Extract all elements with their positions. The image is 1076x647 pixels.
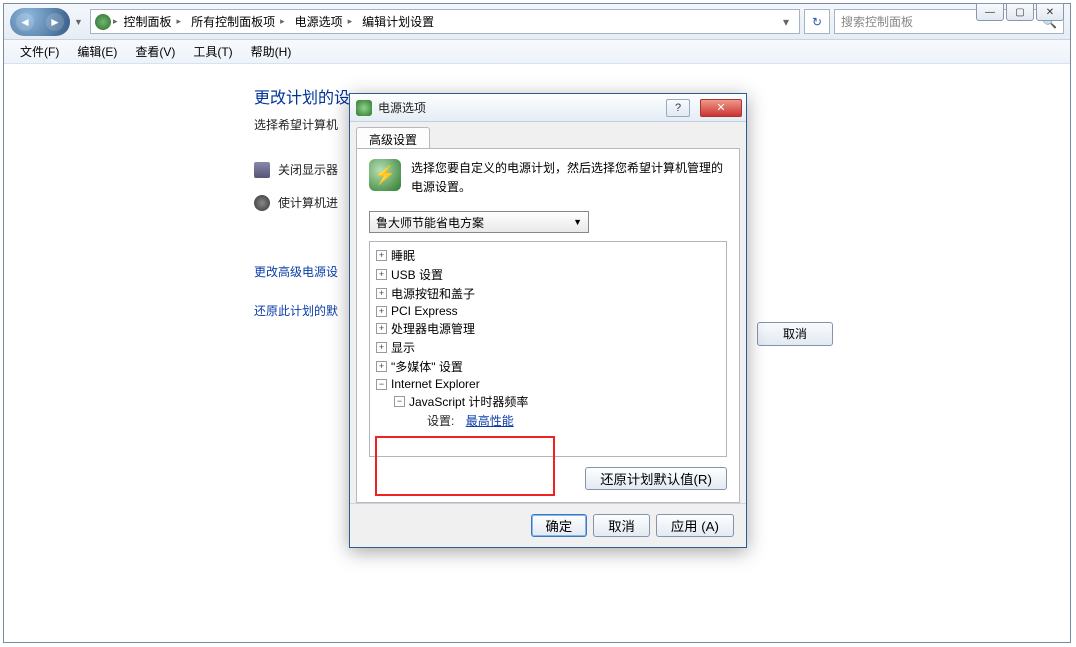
nav-buttons: ◄ ► [10, 8, 70, 36]
address-bar: ◄ ► ▼ ▸ 控制面板▸ 所有控制面板项▸ 电源选项▸ 编辑计划设置 ▾ ↻ … [4, 4, 1070, 40]
tree-multimedia[interactable]: +"多媒体" 设置 [376, 357, 720, 376]
crumb-control-panel[interactable]: 控制面板▸ [120, 11, 186, 32]
explorer-window: — ▢ ✕ ◄ ► ▼ ▸ 控制面板▸ 所有控制面板项▸ 电源选项▸ 编辑计划设… [3, 3, 1071, 643]
maximize-button[interactable]: ▢ [1006, 3, 1034, 21]
tree-display[interactable]: +显示 [376, 338, 720, 357]
menu-help[interactable]: 帮助(H) [243, 41, 300, 62]
setting-value[interactable]: 最高性能 [466, 412, 514, 429]
menu-view[interactable]: 查看(V) [127, 41, 183, 62]
dialog-description: 选择您要自定义的电源计划，然后选择您希望计算机管理的电源设置。 [411, 159, 727, 197]
tree-js-timer-setting[interactable]: 设置: 最高性能 [376, 411, 720, 430]
expander-icon[interactable]: + [376, 288, 387, 299]
monitor-icon [254, 162, 270, 178]
tree-js-timer[interactable]: −JavaScript 计时器频率 [376, 392, 720, 411]
dialog-title: 电源选项 [378, 99, 426, 116]
close-button[interactable]: ✕ [1036, 3, 1064, 21]
power-icon [356, 100, 372, 116]
expander-icon[interactable]: + [376, 269, 387, 280]
refresh-button[interactable]: ↻ [804, 9, 830, 34]
dialog-footer: 确定 取消 应用 (A) [350, 503, 746, 547]
dialog-help-button[interactable]: ? [666, 99, 690, 117]
dialog-close-button[interactable]: ✕ [700, 99, 742, 117]
tree-usb[interactable]: +USB 设置 [376, 265, 720, 284]
expander-icon[interactable]: − [394, 396, 405, 407]
crumb-edit-plan[interactable]: 编辑计划设置 [358, 11, 438, 32]
tree-pci[interactable]: +PCI Express [376, 303, 720, 319]
display-off-label: 关闭显示器 [278, 161, 338, 178]
expander-icon[interactable]: − [376, 379, 387, 390]
ok-button[interactable]: 确定 [531, 514, 588, 537]
crumb-power-options[interactable]: 电源选项▸ [291, 11, 357, 32]
chevron-down-icon: ▼ [573, 217, 582, 227]
tab-panel-advanced: ⚡ 选择您要自定义的电源计划，然后选择您希望计算机管理的电源设置。 鲁大师节能省… [356, 148, 740, 503]
forward-button[interactable]: ► [46, 13, 64, 31]
tree-ie[interactable]: −Internet Explorer [376, 376, 720, 392]
sleep-label: 使计算机进 [278, 194, 338, 211]
dialog-titlebar: 电源选项 ? ✕ [350, 94, 746, 122]
expander-icon[interactable]: + [376, 342, 387, 353]
tree-processor[interactable]: +处理器电源管理 [376, 319, 720, 338]
settings-tree[interactable]: +睡眠 +USB 设置 +电源按钮和盖子 +PCI Express +处理器电源… [369, 241, 727, 457]
power-options-dialog: 电源选项 ? ✕ 高级设置 ⚡ 选择您要自定义的电源计划，然后选择您希望计算机管… [349, 93, 747, 548]
power-plan-dropdown[interactable]: 鲁大师节能省电方案 ▼ [369, 211, 589, 233]
breadcrumb[interactable]: ▸ 控制面板▸ 所有控制面板项▸ 电源选项▸ 编辑计划设置 ▾ [90, 9, 800, 34]
expander-icon[interactable]: + [376, 250, 387, 261]
setting-label: 设置: [427, 412, 454, 429]
menu-edit[interactable]: 编辑(E) [69, 41, 125, 62]
menu-tools[interactable]: 工具(T) [185, 41, 240, 62]
control-panel-icon [95, 14, 111, 30]
search-placeholder: 搜索控制面板 [841, 13, 913, 30]
window-controls: — ▢ ✕ [976, 3, 1064, 21]
menu-bar: 文件(F) 编辑(E) 查看(V) 工具(T) 帮助(H) [4, 40, 1070, 64]
battery-plug-icon: ⚡ [369, 159, 401, 191]
nav-history-dropdown[interactable]: ▼ [74, 17, 86, 27]
restore-defaults-button[interactable]: 还原计划默认值(R) [585, 467, 727, 490]
parent-cancel-button[interactable]: 取消 [757, 322, 833, 346]
back-button[interactable]: ◄ [16, 13, 34, 31]
expander-icon[interactable]: + [376, 323, 387, 334]
minimize-button[interactable]: — [976, 3, 1004, 21]
cancel-button[interactable]: 取消 [593, 514, 650, 537]
expander-icon[interactable]: + [376, 306, 387, 317]
tree-power-button[interactable]: +电源按钮和盖子 [376, 284, 720, 303]
moon-icon [254, 195, 270, 211]
menu-file[interactable]: 文件(F) [12, 41, 67, 62]
crumb-all-items[interactable]: 所有控制面板项▸ [187, 11, 289, 32]
dialog-tabstrip: 高级设置 [350, 122, 746, 148]
tree-sleep[interactable]: +睡眠 [376, 246, 720, 265]
apply-button[interactable]: 应用 (A) [656, 514, 734, 537]
power-plan-selected: 鲁大师节能省电方案 [376, 214, 484, 231]
expander-icon[interactable]: + [376, 361, 387, 372]
breadcrumb-dropdown[interactable]: ▾ [777, 15, 795, 29]
